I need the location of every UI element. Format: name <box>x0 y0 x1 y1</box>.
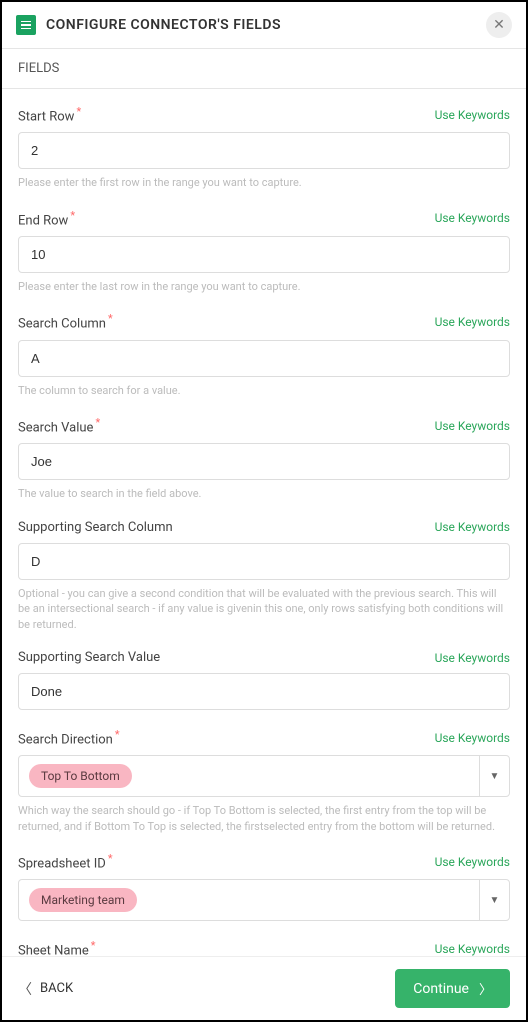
search-column-helper: The column to search for a value. <box>18 383 510 398</box>
start-row-label: Start Row* <box>18 105 81 124</box>
start-row-helper: Please enter the first row in the range … <box>18 175 510 190</box>
supporting-search-column-helper: Optional - you can give a second conditi… <box>18 586 510 632</box>
chevron-right-icon: 〉 <box>479 979 492 998</box>
required-icon: * <box>95 416 100 429</box>
required-icon: * <box>108 852 113 865</box>
chevron-left-icon: 〈 <box>18 979 32 999</box>
required-icon: * <box>115 728 120 741</box>
required-icon: * <box>76 105 81 118</box>
spreadsheet-id-chip: Marketing team <box>29 888 137 912</box>
supporting-search-column-label: Supporting Search Column <box>18 520 173 535</box>
end-row-helper: Please enter the last row in the range y… <box>18 279 510 294</box>
supporting-search-value-input[interactable] <box>18 673 510 710</box>
end-row-input[interactable] <box>18 236 510 273</box>
use-keywords-link[interactable]: Use Keywords <box>435 211 510 225</box>
end-row-label: End Row* <box>18 209 75 228</box>
start-row-input[interactable] <box>18 132 510 169</box>
dialog-header: CONFIGURE CONNECTOR'S FIELDS ✕ <box>2 2 526 49</box>
close-button[interactable]: ✕ <box>486 12 512 38</box>
field-search-direction: Search Direction* Use Keywords Top To Bo… <box>18 728 510 834</box>
use-keywords-link[interactable]: Use Keywords <box>435 108 510 122</box>
use-keywords-link[interactable]: Use Keywords <box>435 855 510 869</box>
search-value-input[interactable] <box>18 443 510 480</box>
search-direction-helper: Which way the search should go - if Top … <box>18 803 510 834</box>
use-keywords-link[interactable]: Use Keywords <box>435 520 510 534</box>
sheets-icon <box>16 15 36 35</box>
spreadsheet-id-value: Marketing team <box>19 880 479 920</box>
use-keywords-link[interactable]: Use Keywords <box>435 419 510 433</box>
spreadsheet-id-label: Spreadsheet ID* <box>18 852 113 871</box>
field-supporting-search-column: Supporting Search Column Use Keywords Op… <box>18 520 510 632</box>
supporting-search-value-label: Supporting Search Value <box>18 650 160 665</box>
search-direction-chip: Top To Bottom <box>29 764 132 788</box>
close-icon: ✕ <box>493 17 505 33</box>
supporting-search-column-input[interactable] <box>18 543 510 580</box>
field-search-column: Search Column* Use Keywords The column t… <box>18 312 510 398</box>
required-icon: * <box>70 209 75 222</box>
search-value-helper: The value to search in the field above. <box>18 486 510 501</box>
chevron-down-icon[interactable]: ▼ <box>479 756 509 796</box>
sheet-name-label: Sheet Name* <box>18 939 96 956</box>
field-start-row: Start Row* Use Keywords Please enter the… <box>18 105 510 191</box>
use-keywords-link[interactable]: Use Keywords <box>435 942 510 956</box>
dialog-footer: 〈 BACK Continue 〉 <box>2 956 526 1020</box>
fields-container: Start Row* Use Keywords Please enter the… <box>2 89 526 956</box>
field-search-value: Search Value* Use Keywords The value to … <box>18 416 510 502</box>
search-direction-value: Top To Bottom <box>19 756 479 796</box>
required-icon: * <box>108 312 113 325</box>
back-label: BACK <box>40 981 73 996</box>
field-end-row: End Row* Use Keywords Please enter the l… <box>18 209 510 295</box>
search-direction-select[interactable]: Top To Bottom ▼ <box>18 755 510 797</box>
section-fields-label: FIELDS <box>2 49 526 89</box>
required-icon: * <box>91 939 96 952</box>
search-column-label: Search Column* <box>18 312 113 331</box>
back-button[interactable]: 〈 BACK <box>18 979 73 999</box>
continue-button[interactable]: Continue 〉 <box>395 969 510 1008</box>
search-value-label: Search Value* <box>18 416 100 435</box>
continue-label: Continue <box>413 981 469 997</box>
spreadsheet-id-select[interactable]: Marketing team ▼ <box>18 879 510 921</box>
dialog-title: CONFIGURE CONNECTOR'S FIELDS <box>46 17 486 33</box>
search-column-input[interactable] <box>18 340 510 377</box>
search-direction-label: Search Direction* <box>18 728 120 747</box>
field-sheet-name: Sheet Name* Use Keywords Names ▼ <box>18 939 510 956</box>
use-keywords-link[interactable]: Use Keywords <box>435 731 510 745</box>
use-keywords-link[interactable]: Use Keywords <box>435 315 510 329</box>
field-spreadsheet-id: Spreadsheet ID* Use Keywords Marketing t… <box>18 852 510 921</box>
field-supporting-search-value: Supporting Search Value Use Keywords <box>18 650 510 710</box>
use-keywords-link[interactable]: Use Keywords <box>435 651 510 665</box>
chevron-down-icon[interactable]: ▼ <box>479 880 509 920</box>
